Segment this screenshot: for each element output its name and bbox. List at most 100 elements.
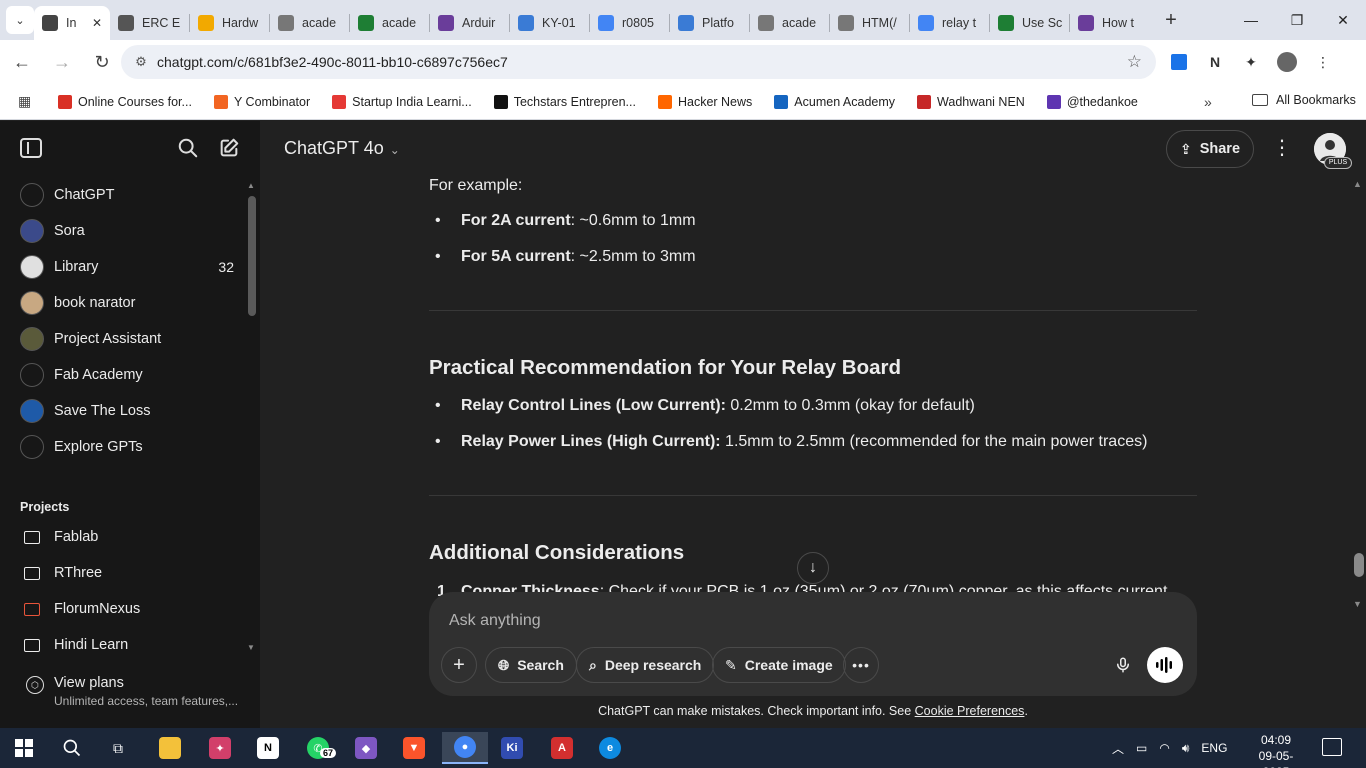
extensions-puzzle-icon[interactable]: ✦	[1238, 48, 1264, 76]
bookmark-item[interactable]: Online Courses for...	[58, 94, 192, 109]
start-button[interactable]	[4, 732, 44, 764]
scroll-to-bottom-button[interactable]: ↓	[797, 552, 829, 584]
sidebar-item-sora[interactable]: Sora	[10, 213, 240, 249]
tab-search-button[interactable]: ⌄	[6, 6, 34, 34]
back-button[interactable]: ←	[4, 44, 40, 80]
attach-button[interactable]: +	[441, 647, 477, 683]
user-avatar[interactable]: PLUS	[1314, 133, 1352, 169]
dictate-button[interactable]	[1105, 647, 1141, 683]
project-item[interactable]: RThree	[10, 555, 240, 591]
sidebar-item-save-the-loss[interactable]: Save The Loss	[10, 393, 240, 429]
task-view-icon[interactable]: ⧉	[98, 732, 138, 764]
browser-tab[interactable]: In ✕	[34, 6, 110, 40]
kicad-icon[interactable]: Ki	[492, 732, 532, 764]
bookmark-item[interactable]: Startup India Learni...	[332, 94, 472, 109]
chat-scrollbar-thumb[interactable]	[1354, 553, 1364, 577]
wifi-icon[interactable]: ◠	[1159, 741, 1169, 755]
bookmark-item[interactable]: Acumen Academy	[774, 94, 895, 109]
project-item[interactable]: Hindi Learn	[10, 627, 240, 663]
scroll-down-arrow[interactable]: ▼	[1353, 599, 1362, 609]
bookmark-item[interactable]: Y Combinator	[213, 94, 310, 109]
browser-tab[interactable]: Platfo	[670, 6, 749, 40]
language-indicator[interactable]: ENG	[1201, 741, 1227, 755]
sidebar-item-project-assistant[interactable]: Project Assistant	[10, 321, 240, 357]
voice-mode-button[interactable]	[1147, 647, 1183, 683]
url-text[interactable]: chatgpt.com/c/681bf3e2-490c-8011-bb10-c6…	[157, 54, 508, 70]
chrome-icon[interactable]: ●	[442, 732, 488, 764]
model-selector[interactable]: ChatGPT 4o ⌄	[284, 138, 400, 159]
search-tool-button[interactable]: 🌐︎ Search	[485, 647, 577, 683]
browser-tab[interactable]: Use Sc	[990, 6, 1069, 40]
file-explorer-icon[interactable]	[150, 732, 190, 764]
volume-icon[interactable]: 🔊︎	[1182, 741, 1190, 756]
sidebar-scroll-down[interactable]: ▼	[247, 643, 255, 652]
view-plans-button[interactable]: ⬡ View plans Unlimited access, team feat…	[10, 671, 250, 719]
bookmarks-overflow-icon[interactable]: »	[1204, 94, 1212, 110]
cookie-preferences-link[interactable]: Cookie Preferences	[915, 704, 1025, 718]
sidebar-scrollbar[interactable]	[248, 196, 256, 316]
sidebar-item-explore-gpts[interactable]: Explore GPTs	[10, 429, 240, 465]
create-image-button[interactable]: ✎ Create image	[712, 647, 846, 683]
search-icon[interactable]	[177, 137, 199, 159]
browser-tab[interactable]: acade	[270, 6, 349, 40]
new-chat-icon[interactable]	[218, 137, 240, 159]
bookmark-star-icon[interactable]: ☆	[1127, 52, 1142, 72]
apps-grid-icon[interactable]: ▦	[18, 93, 38, 110]
sidebar-scroll-up[interactable]: ▲	[247, 181, 255, 190]
sidebar-item-library[interactable]: Library 32	[10, 249, 240, 285]
app-icon[interactable]: ✦	[200, 732, 240, 764]
close-window-button[interactable]: ✕	[1320, 0, 1366, 40]
site-info-icon[interactable]: ⚙	[129, 54, 153, 70]
browser-tab[interactable]: Hardw	[190, 6, 269, 40]
prompt-input[interactable]: Ask anything	[449, 612, 541, 630]
bookmark-item[interactable]: Techstars Entrepren...	[493, 94, 636, 109]
deep-research-button[interactable]: ⌕ Deep research	[576, 647, 715, 683]
restore-button[interactable]: ❐	[1274, 0, 1320, 40]
sidebar-toggle-icon[interactable]	[20, 138, 42, 158]
project-item[interactable]: Fablab	[10, 519, 240, 555]
tray-overflow-icon[interactable]: ︿	[1112, 740, 1124, 757]
browser-tab[interactable]: relay t	[910, 6, 989, 40]
whatsapp-icon[interactable]: ✆ 67	[298, 732, 338, 764]
battery-icon[interactable]: ▭	[1136, 741, 1147, 755]
bookmark-item[interactable]: Wadhwani NEN	[917, 94, 1025, 109]
new-tab-button[interactable]: +	[1157, 6, 1185, 34]
notion-icon[interactable]: N	[248, 732, 288, 764]
sidebar-item-fab-academy[interactable]: Fab Academy	[10, 357, 240, 393]
close-tab-icon[interactable]: ✕	[92, 16, 102, 30]
sidebar-item-book-narator[interactable]: book narator	[10, 285, 240, 321]
bookmark-item[interactable]: Hacker News	[657, 94, 752, 109]
notification-center-icon[interactable]	[1322, 738, 1342, 756]
browser-tab[interactable]: ERC E	[110, 6, 189, 40]
tab-title: ERC E	[142, 16, 181, 30]
notion-extension-icon[interactable]: N	[1202, 48, 1228, 76]
more-tools-button[interactable]: •••	[843, 647, 879, 683]
browser-menu-icon[interactable]: ⋮	[1310, 48, 1336, 76]
share-button[interactable]: ⇪ Share	[1166, 130, 1254, 168]
taskbar-search-icon[interactable]	[52, 732, 92, 764]
clock[interactable]: 04:09 09-05-2025	[1248, 732, 1304, 768]
browser-tab[interactable]: Arduir	[430, 6, 509, 40]
browser-tab[interactable]: KY-01	[510, 6, 589, 40]
obsidian-icon[interactable]: ◆	[346, 732, 386, 764]
omnibox[interactable]: ⚙ chatgpt.com/c/681bf3e2-490c-8011-bb10-…	[121, 45, 1156, 79]
browser-tab[interactable]: How t	[1070, 6, 1149, 40]
bookmark-item[interactable]: @thedankoe	[1046, 94, 1138, 109]
brave-icon[interactable]: ▼	[394, 732, 434, 764]
more-options-icon[interactable]: ⋮	[1272, 137, 1292, 161]
browser-tab[interactable]: r0805	[590, 6, 669, 40]
minimize-button[interactable]: —	[1228, 0, 1274, 40]
browser-tab[interactable]: acade	[750, 6, 829, 40]
acrobat-icon[interactable]: A	[542, 732, 582, 764]
all-bookmarks-button[interactable]: All Bookmarks	[1252, 93, 1356, 107]
reload-button[interactable]: ↻	[84, 44, 120, 80]
edge-icon[interactable]: e	[590, 732, 630, 764]
project-item[interactable]: FlorumNexus	[10, 591, 240, 627]
browser-tab[interactable]: acade	[350, 6, 429, 40]
forward-button[interactable]: →	[44, 44, 80, 80]
scroll-up-arrow[interactable]: ▲	[1353, 179, 1362, 189]
profile-avatar-icon[interactable]	[1274, 48, 1300, 76]
browser-tab[interactable]: HTM(/	[830, 6, 909, 40]
sidebar-item-chatgpt[interactable]: ChatGPT	[10, 177, 240, 213]
extension-blue-icon[interactable]	[1166, 48, 1192, 76]
